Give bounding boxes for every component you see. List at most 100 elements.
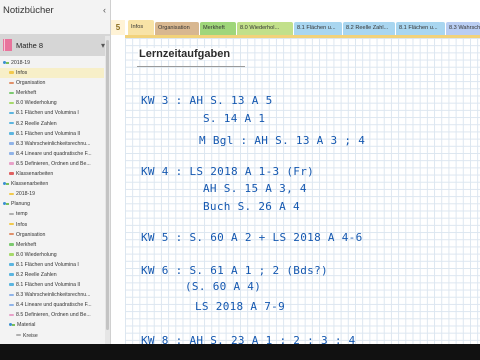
sidebar-scrollbar[interactable]	[105, 36, 110, 344]
section-color-icon	[9, 71, 14, 74]
page-title[interactable]: Lernzeitaufgaben	[138, 48, 232, 60]
section-tabs: 5 Infos Organisation Merkheft 8.0 Wiederhol…	[111, 20, 480, 35]
handwriting-line: LS 2018 A 7-9	[195, 300, 285, 313]
section-item[interactable]: 2018-19	[0, 189, 104, 199]
bottom-bar	[0, 344, 480, 360]
section-label: Planung	[11, 201, 31, 208]
section-color-icon	[9, 243, 14, 246]
section-label: Klassenarbeiten	[16, 171, 54, 178]
section-label: Organisation	[16, 80, 46, 87]
section-label: 8.5 Definieren, Ordnen und Be...	[16, 160, 91, 167]
page-number: 5	[111, 20, 125, 35]
section-group-icon	[3, 181, 9, 186]
section-color-icon	[9, 121, 14, 125]
section-label: 2018-19	[11, 60, 31, 66]
section-label: Material	[17, 322, 36, 329]
section-label: Organisation	[16, 231, 46, 238]
section-item[interactable]: 8.3 Wahrscheinlichkeitsrechnu...	[0, 290, 104, 300]
section-color-icon	[9, 152, 14, 155]
section-item[interactable]: 8.1 Flächen und Volumina I	[0, 108, 104, 118]
section-label: 8.1 Flächen und Volumina II	[16, 282, 81, 289]
section-label: 2018-19	[16, 191, 36, 198]
section-item[interactable]: 8.3 Wahrscheinlichkeitsrechnu...	[0, 139, 104, 149]
handwriting-line: Buch S. 26 A 4	[203, 200, 300, 213]
section-group[interactable]: Planung	[0, 199, 104, 209]
section-group[interactable]: Material	[0, 320, 104, 330]
section-item[interactable]: 8.1 Flächen und Volumina II	[0, 129, 104, 139]
section-item[interactable]: 8.5 Definieren, Ordnen und Be...	[0, 310, 104, 320]
section-label: Merkheft	[16, 90, 37, 97]
section-color-icon	[9, 172, 14, 175]
section-list: 2018-19 Infos Organisation Merkheft 8.0 Wied…	[0, 58, 104, 341]
scrollbar-thumb[interactable]	[106, 40, 109, 330]
section-color-icon	[9, 253, 14, 256]
handwriting-line: KW 6 : S. 61 A 1 ; 2 (Bds?)	[141, 264, 328, 277]
handwriting-line: AH S. 15 A 3, 4	[203, 182, 307, 195]
section-item[interactable]: Klassenarbeiten	[0, 169, 104, 179]
handwriting-line: KW 8 : AH S. 23 A 1 ; 2 ; 3 ; 4	[141, 334, 356, 344]
section-color-icon	[9, 132, 14, 135]
section-label: 8.1 Flächen und Volumina I	[16, 261, 79, 268]
section-label: temp	[16, 211, 28, 218]
section-tab[interactable]: 8.1 Flächen u...	[294, 22, 342, 35]
section-item[interactable]: 8.2 Reelle Zahlen	[0, 270, 104, 280]
section-color-icon	[9, 263, 14, 266]
section-item[interactable]: Organisation	[0, 230, 104, 240]
section-item[interactable]: 8.0 Wiederholung	[0, 250, 104, 260]
section-tab[interactable]: 8.3 Wahrscheinl...	[446, 22, 480, 35]
section-group[interactable]: Klassenarbeiten	[0, 179, 104, 189]
section-label: Merkheft	[16, 241, 37, 248]
section-item[interactable]: 8.2 Reelle Zahlen	[0, 119, 104, 129]
section-color-icon	[9, 283, 14, 286]
section-tab[interactable]: Organisation	[155, 22, 199, 35]
section-color-icon	[9, 142, 14, 145]
section-item[interactable]: Merkheft	[0, 240, 104, 250]
section-item[interactable]: 8.1 Flächen und Volumina I	[0, 260, 104, 270]
section-tab[interactable]: 8.2 Reelle Zahl...	[343, 22, 395, 35]
section-tab[interactable]: Merkheft	[200, 22, 236, 35]
notebook-icon	[3, 39, 12, 51]
section-color-icon	[9, 111, 14, 115]
section-item[interactable]: 8.1 Flächen und Volumina II	[0, 280, 104, 290]
section-tab[interactable]: 8.0 Wiederhol...	[237, 22, 293, 35]
collapse-sidebar-icon[interactable]: ‹	[103, 5, 106, 15]
section-color-icon	[9, 293, 14, 297]
section-item[interactable]: Infos	[0, 220, 104, 230]
notebook-selector[interactable]: Mathe 8 ▾	[0, 34, 110, 56]
section-label: 8.1 Flächen und Volumina II	[16, 130, 81, 137]
handwriting-line: M Bgl : AH S. 13 A 3 ; 4	[199, 134, 366, 147]
notebook-sidebar: Notizbücher ‹ Mathe 8 ▾ 2018-19 Infos Orga…	[0, 0, 111, 344]
section-label: Infos	[16, 70, 28, 77]
section-item[interactable]: 8.0 Wiederholung	[0, 98, 104, 108]
section-label: Klassenarbeiten	[11, 181, 49, 188]
section-item[interactable]: 8.4 Lineare und quadratische F...	[0, 149, 104, 159]
section-item[interactable]: Organisation	[0, 78, 104, 88]
handwriting-line: KW 3 : AH S. 13 A 5	[141, 94, 273, 107]
handwriting-line: KW 5 : S. 60 A 2 + LS 2018 A 4-6	[141, 231, 363, 244]
section-color-icon	[9, 81, 14, 85]
section-item[interactable]: 8.4 Lineare und quadratische F...	[0, 300, 104, 310]
section-tab[interactable]: Infos	[128, 20, 154, 35]
section-tab[interactable]: 8.1 Flächen u...	[396, 22, 445, 35]
section-label: 8.1 Flächen und Volumina I	[16, 110, 79, 117]
section-color-icon	[16, 333, 21, 337]
section-color-icon	[9, 192, 14, 196]
section-label: Infos	[16, 221, 28, 228]
section-item[interactable]: Kreise	[0, 331, 104, 341]
section-color-icon	[9, 162, 14, 165]
section-color-icon	[9, 313, 14, 317]
section-item[interactable]: 8.5 Definieren, Ordnen und Be...	[0, 159, 104, 169]
note-page[interactable]: Lernzeitaufgaben KW 3 : AH S. 13 A 5 S. …	[125, 35, 480, 344]
section-label: 8.3 Wahrscheinlichkeitsrechnu...	[16, 292, 91, 299]
section-item[interactable]: Infos	[0, 68, 104, 79]
section-label: 8.5 Definieren, Ordnen und Be...	[16, 312, 91, 319]
sidebar-title: Notizbücher	[3, 4, 54, 16]
section-label: 8.0 Wiederholung	[16, 251, 57, 258]
section-item[interactable]: temp	[0, 209, 104, 219]
section-group[interactable]: 2018-19	[0, 58, 104, 68]
section-color-icon	[9, 273, 14, 276]
section-color-icon	[9, 303, 14, 307]
section-color-icon	[9, 212, 14, 216]
section-item[interactable]: Merkheft	[0, 88, 104, 98]
handwriting-line: S. 14 A 1	[203, 112, 266, 125]
